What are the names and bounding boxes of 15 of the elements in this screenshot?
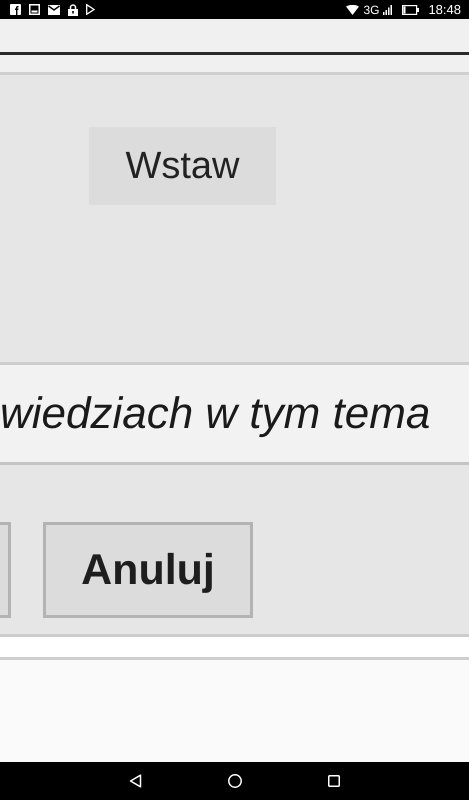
back-icon[interactable] bbox=[129, 774, 142, 788]
text-line: wiedziach w tym tema bbox=[0, 388, 430, 438]
home-icon[interactable] bbox=[228, 774, 242, 788]
network-label: 3G bbox=[363, 2, 380, 16]
signal-icon bbox=[383, 4, 392, 14]
cancel-button[interactable]: Anuluj bbox=[43, 522, 253, 618]
clock: 18:48 bbox=[428, 2, 461, 17]
wifi-icon bbox=[346, 4, 360, 14]
lock-icon bbox=[68, 4, 78, 16]
recents-icon[interactable] bbox=[328, 775, 340, 787]
facebook-icon bbox=[10, 4, 21, 15]
mail-icon bbox=[48, 4, 60, 14]
battery-icon bbox=[402, 4, 420, 14]
image-icon bbox=[29, 4, 40, 15]
insert-button[interactable]: Wstaw bbox=[89, 127, 276, 205]
